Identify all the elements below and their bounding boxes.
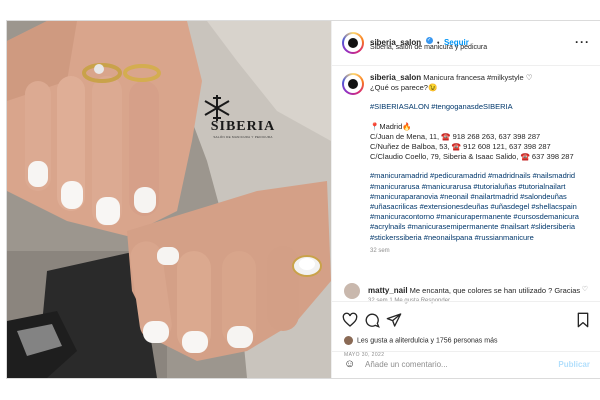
avatar[interactable]	[342, 32, 364, 54]
hands-photo	[7, 21, 331, 378]
post-image[interactable]: SIBERIA SALÓN DE MANICURA Y PEDICURA	[7, 21, 331, 378]
comment-text: Me encanta, que colores se han utilizado…	[409, 286, 581, 295]
logo-name: SIBERIA	[210, 119, 276, 134]
post-header: siberia_salon ✓ • Seguir Siberia, salón …	[332, 21, 600, 66]
caption-line2: ¿Qué os parece?😉	[370, 83, 438, 93]
comment-icon[interactable]	[364, 312, 380, 328]
comment-like-icon[interactable]: ♡	[582, 285, 588, 293]
comment-username[interactable]: matty_nail	[368, 286, 408, 295]
caption-username[interactable]: siberia_salon	[370, 73, 421, 82]
caption-line1: Manicura francesa #milkystyle ♡	[423, 73, 533, 82]
comment-body: matty_nail Me encanta, que colores se ha…	[368, 286, 580, 295]
ellipsis-icon[interactable]: ···	[575, 35, 590, 49]
salon-logo: SIBERIA SALÓN DE MANICURA Y PEDICURA	[197, 93, 289, 139]
share-icon[interactable]	[386, 312, 402, 328]
bookmark-icon[interactable]	[576, 312, 590, 328]
caption-city: 📍Madrid🔥	[370, 121, 412, 131]
caption-address-1: C/Juan de Mena, 11, ☎️ 918 268 263, 637 …	[370, 131, 541, 141]
smile-icon[interactable]: ☺	[344, 358, 355, 370]
caption-tags[interactable]: #SIBERIASALON #tengoganasdeSIBERIA	[370, 102, 590, 112]
comment-input[interactable]: Añade un comentario...	[365, 360, 448, 369]
add-comment-bar: ☺ Añade un comentario... Publicar	[332, 351, 600, 378]
caption-hashtags[interactable]: #manicuramadrid #pedicuramadrid #madridn…	[370, 171, 590, 242]
post-side-panel: siberia_salon ✓ • Seguir Siberia, salón …	[331, 21, 600, 378]
post-comment-button[interactable]: Publicar	[558, 360, 590, 369]
caption: siberia_salon Manicura francesa #milkyst…	[370, 73, 590, 256]
caption-address-3: C/Claudio Coello, 79, Siberia & Isaac Sa…	[370, 152, 574, 162]
caption-time[interactable]: 32 sem	[370, 246, 590, 256]
header-subtitle[interactable]: Siberia, salón de manicura y pedicura	[370, 44, 487, 51]
logo-tagline: SALÓN DE MANICURA Y PEDICURA	[213, 135, 273, 139]
caption-address-2: C/Nuñez de Balboa, 53, ☎️ 912 608 121, 6…	[370, 142, 551, 152]
comment-avatar[interactable]	[344, 283, 360, 299]
likes-text: Les gusta a aliterdulcia y 1756 personas…	[357, 337, 498, 345]
post-card: SIBERIA SALÓN DE MANICURA Y PEDICURA sib…	[6, 20, 600, 379]
caption-avatar[interactable]	[342, 73, 364, 95]
liker-avatar	[344, 336, 353, 345]
heart-icon[interactable]	[342, 312, 358, 328]
likes-summary[interactable]: Les gusta a aliterdulcia y 1756 personas…	[344, 336, 497, 345]
